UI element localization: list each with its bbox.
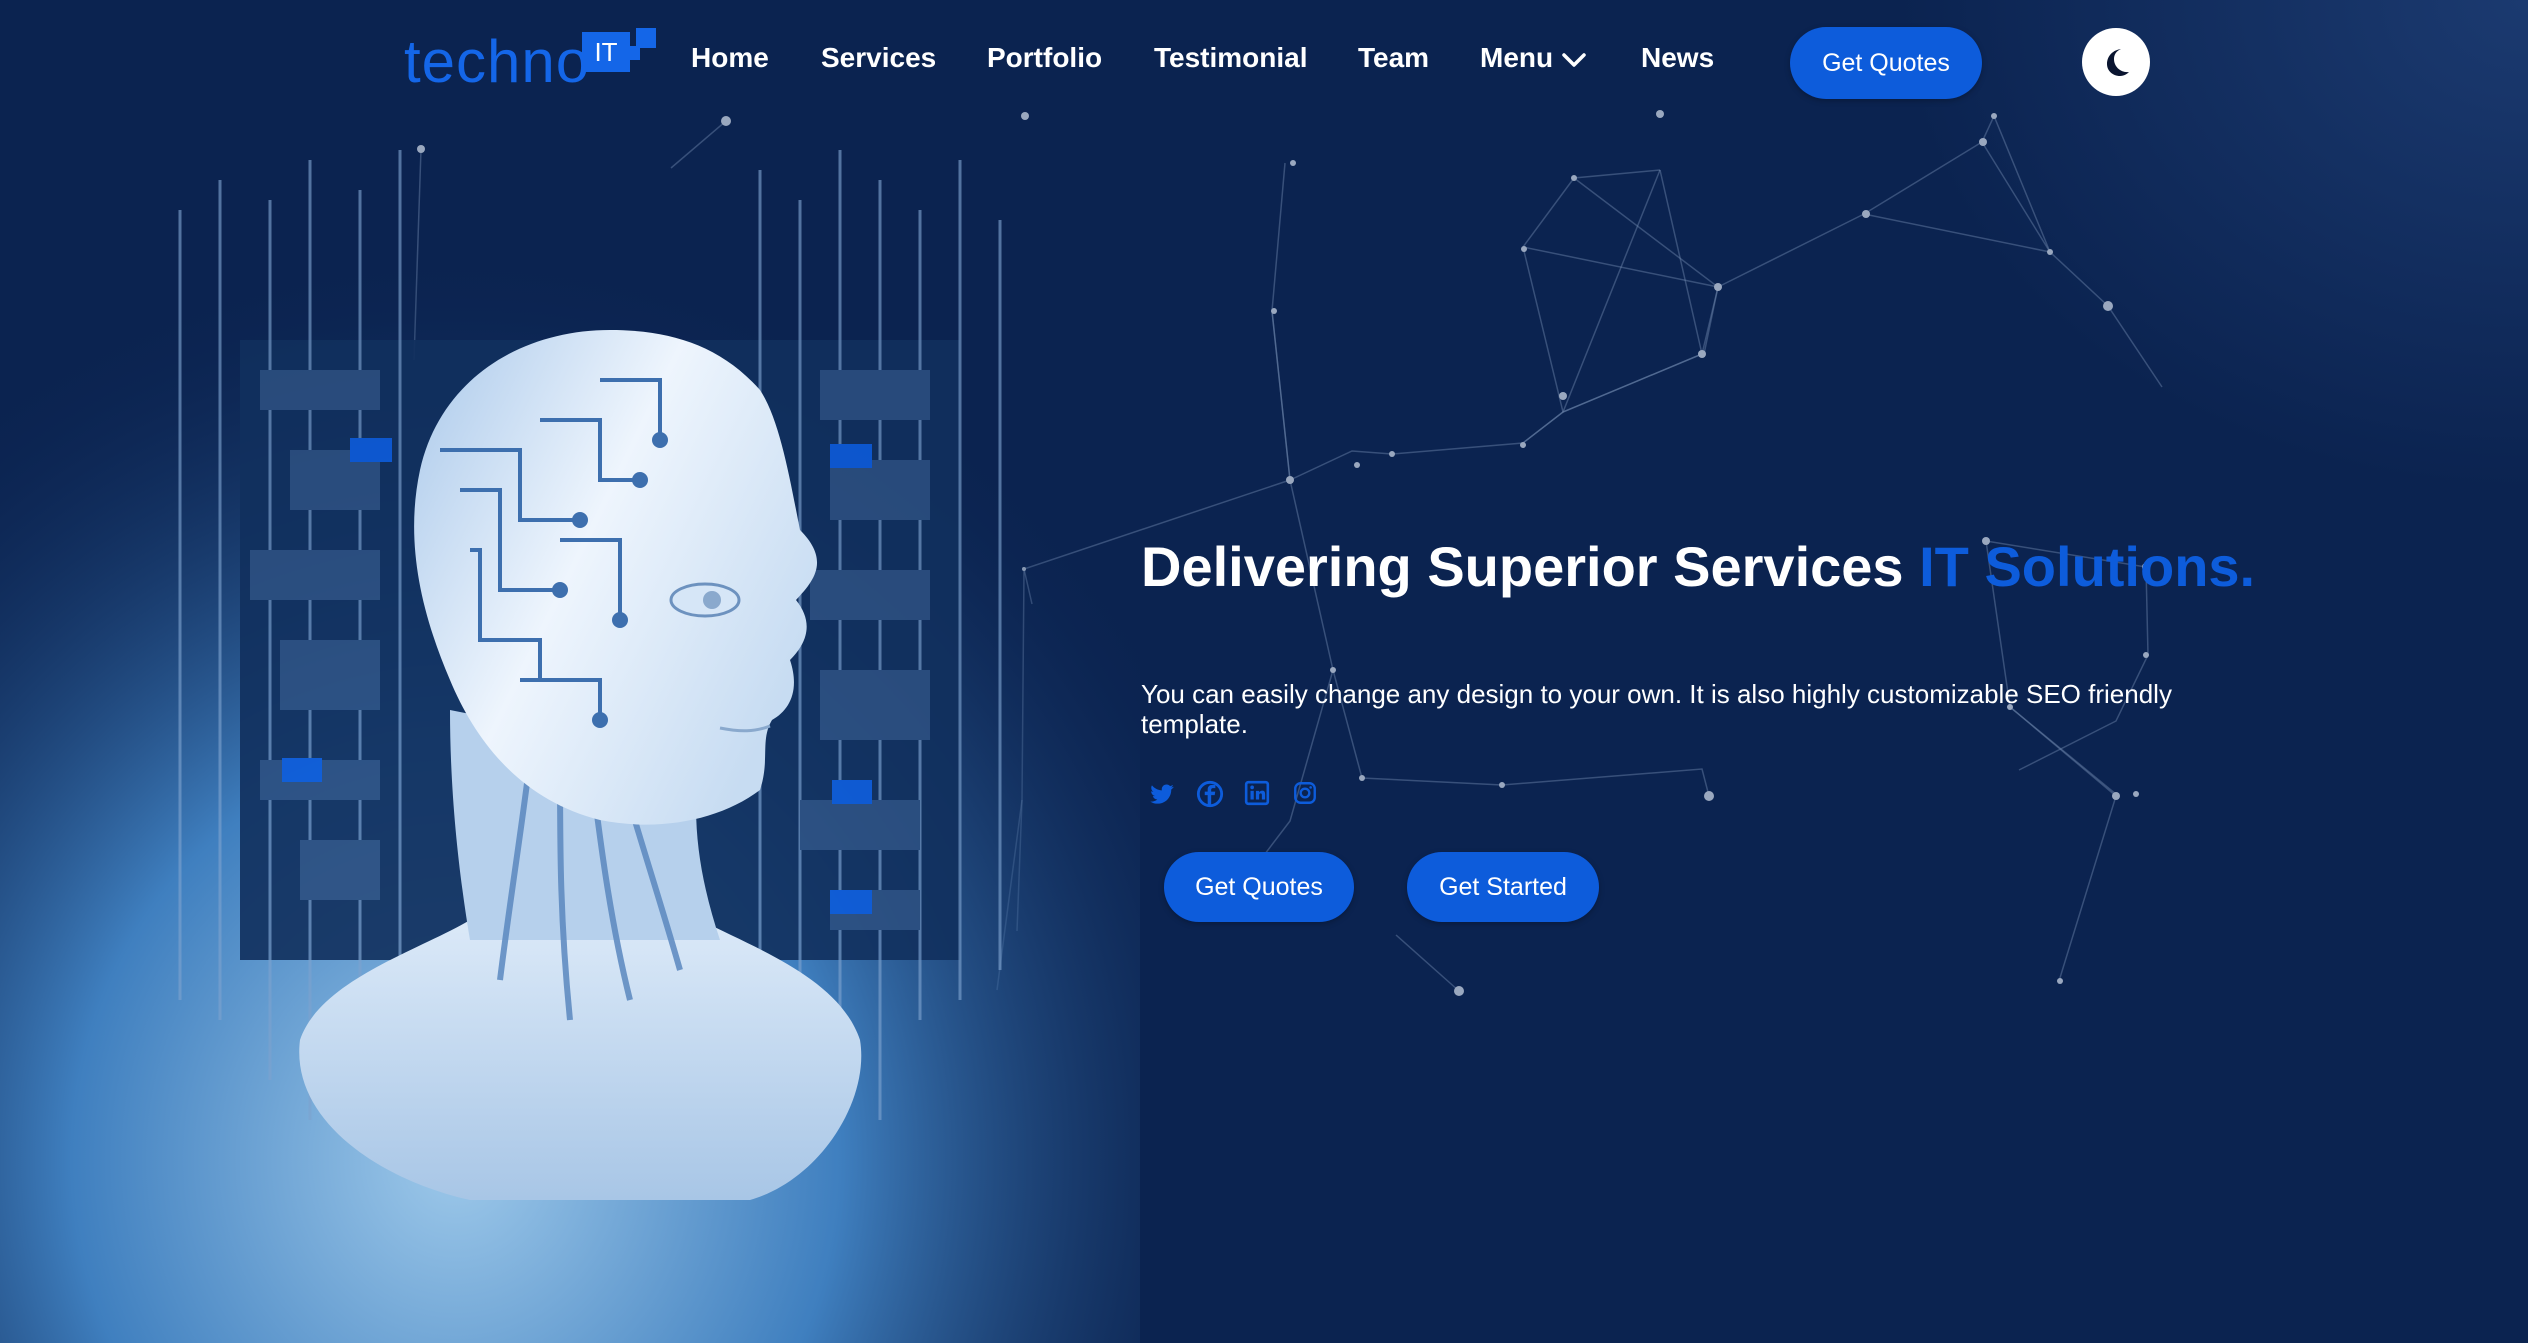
nav-news[interactable]: News (1641, 42, 1714, 74)
nav-home[interactable]: Home (691, 42, 769, 74)
theme-toggle-button[interactable] (2082, 28, 2150, 96)
twitter-icon[interactable] (1148, 780, 1178, 810)
chevron-down-icon (1562, 52, 1586, 67)
hero-subtext: You can easily change any design to your… (1141, 679, 2172, 739)
landing-page: techno IT Home Services Portfolio Testim… (0, 0, 2528, 1343)
hero-headline-accent: IT Solutions. (1919, 535, 2256, 598)
logo-square-mark (636, 28, 656, 48)
hero-headline-main: Delivering Superior Services (1141, 535, 1920, 598)
logo-square-mark-small (626, 46, 640, 60)
nav-portfolio[interactable]: Portfolio (987, 42, 1102, 74)
brand-badge: IT (582, 32, 630, 72)
facebook-icon[interactable] (1196, 780, 1226, 810)
linkedin-icon[interactable] (1244, 780, 1274, 810)
nav-get-quotes-button[interactable]: Get Quotes (1790, 27, 1982, 99)
nav-services[interactable]: Services (821, 42, 936, 74)
hero-get-started-button[interactable]: Get Started (1407, 852, 1599, 922)
brand-name: techno (404, 28, 591, 95)
nav-menu-label: Menu (1480, 42, 1554, 73)
hero-get-quotes-button[interactable]: Get Quotes (1164, 852, 1354, 922)
hero-headline: Delivering Superior Services IT Solution… (1141, 534, 2261, 600)
nav-team[interactable]: Team (1358, 42, 1429, 74)
nav-testimonial[interactable]: Testimonial (1154, 42, 1308, 74)
moon-icon (2107, 49, 2129, 76)
robot-head-illustration (0, 120, 1140, 1343)
instagram-icon[interactable] (1292, 780, 1322, 810)
nav-menu[interactable]: Menu (1480, 42, 1587, 74)
